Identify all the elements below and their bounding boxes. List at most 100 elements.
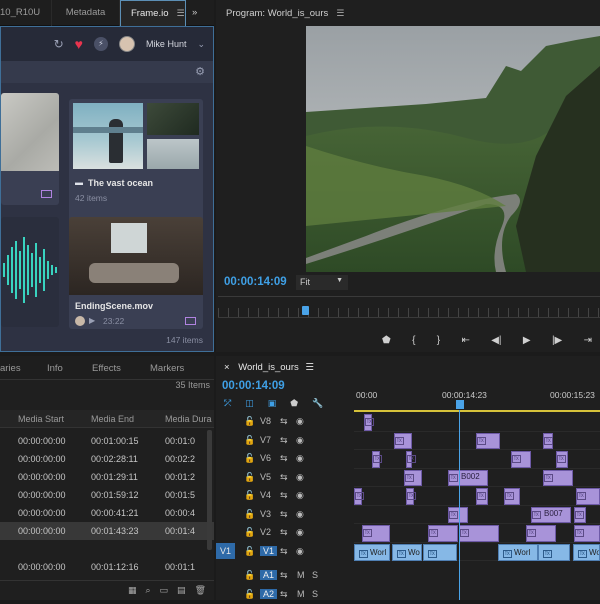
search-icon[interactable]: ⌕ — [145, 585, 150, 600]
track-header-v2[interactable]: 🔓 V2 ⇆ ◉ — [216, 524, 354, 542]
marker-icon[interactable]: ⬟ — [290, 398, 298, 409]
user-name[interactable]: Mike Hunt — [146, 39, 187, 49]
asset-card[interactable] — [1, 217, 59, 327]
video-clip[interactable]: fx — [504, 488, 520, 505]
lock-icon[interactable]: 🔓 — [244, 435, 255, 446]
tab-project[interactable]: 10_R10U — [0, 0, 52, 26]
trash-icon[interactable]: 🗑 — [195, 585, 206, 600]
sync-icon[interactable]: ⇆ — [280, 435, 288, 446]
playhead-marker[interactable] — [302, 306, 309, 315]
sync-icon[interactable]: ⇆ — [280, 546, 288, 557]
video-clip[interactable]: fx — [574, 525, 600, 542]
sync-icon[interactable]: ⇆ — [280, 527, 288, 538]
lock-icon[interactable]: 🔓 — [244, 546, 255, 557]
video-clip[interactable]: fx — [526, 525, 556, 542]
eye-icon[interactable]: ◉ — [296, 490, 304, 501]
lock-icon[interactable]: 🔓 — [244, 416, 255, 427]
video-clip[interactable]: fx Worl — [498, 543, 538, 561]
mute-button[interactable]: M — [297, 589, 305, 599]
video-clip[interactable]: fx — [556, 451, 568, 468]
video-clip[interactable]: fx Worl — [354, 543, 390, 561]
linked-selection-icon[interactable]: ◫ — [245, 398, 254, 409]
table-row[interactable]: 00:00:00:00 00:01:29:11 00:01:2 — [0, 468, 214, 486]
go-to-in-icon[interactable]: ⇤ — [461, 335, 469, 349]
sync-icon[interactable]: ⇆ — [280, 589, 288, 600]
video-clip[interactable]: fx — [404, 469, 422, 486]
panel-menu-icon[interactable]: ☰ — [176, 8, 184, 19]
snap-icon[interactable]: ⤱ — [224, 398, 231, 409]
sync-icon[interactable]: ⇆ — [280, 416, 288, 427]
tab-info[interactable]: Info — [47, 363, 63, 374]
mark-out-icon[interactable]: } — [437, 335, 440, 349]
video-clip[interactable]: fx — [543, 432, 553, 449]
fit-dropdown[interactable]: Fit ▼ — [296, 275, 348, 290]
solo-button[interactable]: S — [312, 589, 318, 599]
video-clip[interactable]: fx — [511, 451, 531, 468]
track-header-v4[interactable]: 🔓 V4 ⇆ ◉ — [216, 487, 354, 505]
tab-effects[interactable]: Effects — [92, 363, 121, 374]
solo-button[interactable]: S — [312, 570, 318, 580]
more-tabs-icon[interactable]: » — [186, 0, 203, 26]
video-clip[interactable]: fx — [372, 451, 382, 468]
track-header-v3[interactable]: 🔓 V3 ⇆ ◉ — [216, 506, 354, 524]
lock-icon[interactable]: 🔓 — [244, 490, 255, 501]
settings-icon[interactable]: ▦ — [128, 585, 137, 600]
avatar[interactable] — [118, 36, 135, 52]
chevron-down-icon[interactable]: ⌄ — [197, 39, 205, 50]
comment-icon[interactable] — [185, 317, 196, 325]
sync-icon[interactable]: ⇆ — [280, 453, 288, 464]
new-item-icon[interactable]: ▤ — [177, 585, 186, 600]
track-header-a2[interactable]: 🔓 A2 ⇆ M S — [216, 586, 354, 604]
video-clip[interactable]: fx Wo — [392, 543, 422, 561]
sync-icon[interactable]: ⇆ — [280, 472, 288, 483]
video-clip[interactable]: fx — [574, 506, 586, 523]
heart-icon[interactable]: ♥ — [75, 36, 83, 52]
lightning-icon[interactable]: ⚡ — [93, 37, 108, 51]
comment-icon[interactable] — [41, 190, 52, 198]
playhead-timecode[interactable]: 00:00:14:09 — [224, 276, 287, 288]
gear-icon[interactable]: ⚙ — [195, 65, 205, 78]
lock-icon[interactable]: 🔓 — [244, 570, 255, 581]
playhead-marker[interactable] — [456, 400, 464, 409]
asset-card[interactable] — [1, 93, 59, 205]
track-header-v8[interactable]: 🔓 V8 ⇆ ◉ — [216, 413, 354, 431]
timeline-ruler[interactable]: 00:00 00:00:14:23 00:00:15:23 — [354, 378, 600, 412]
table-row[interactable]: 00:00:00:00 00:01:59:12 00:01:5 — [0, 486, 214, 504]
video-clip[interactable]: fx — [448, 506, 468, 523]
video-clip[interactable]: fx — [362, 525, 390, 542]
track-header-v1[interactable]: V1 🔓 V1 ⇆ ◉ — [216, 542, 354, 561]
video-clip[interactable]: fx — [576, 488, 600, 505]
lock-icon[interactable]: 🔓 — [244, 589, 255, 600]
video-clip[interactable]: fx — [459, 525, 499, 542]
folder-card[interactable]: ▬ The vast ocean 42 items — [69, 99, 203, 233]
wrench-icon[interactable]: 🔧 — [312, 398, 323, 409]
close-icon[interactable]: × — [224, 362, 230, 373]
video-clip[interactable]: fx — [394, 432, 412, 449]
go-to-out-icon[interactable]: ⇥ — [584, 335, 592, 349]
track-header-v6[interactable]: 🔓 V6 ⇆ ◉ — [216, 450, 354, 468]
table-row[interactable]: 00:00:00:00 00:01:43:23 00:01:4 — [0, 522, 214, 540]
refresh-icon[interactable]: ↻ — [54, 37, 64, 51]
panel-menu-icon[interactable]: ☰ — [305, 362, 314, 373]
table-row[interactable]: 00:00:00:00 00:02:28:11 00:02:2 — [0, 450, 214, 468]
step-back-icon[interactable]: ◀| — [491, 335, 501, 349]
lock-icon[interactable]: 🔓 — [244, 527, 255, 538]
column-header[interactable]: Media Dura — [165, 414, 212, 424]
eye-icon[interactable]: ◉ — [296, 453, 304, 464]
video-clip[interactable]: fx — [364, 414, 374, 431]
mute-button[interactable]: M — [297, 570, 305, 580]
track-header-a1[interactable]: 🔓 A1 ⇆ M S — [216, 567, 354, 585]
lock-icon[interactable]: 🔓 — [244, 453, 255, 464]
panel-menu-icon[interactable]: ☰ — [336, 8, 344, 19]
sync-icon[interactable]: ⇆ — [280, 509, 288, 520]
sync-icon[interactable]: ⇆ — [280, 570, 288, 581]
tab-libraries[interactable]: aries — [0, 363, 21, 374]
eye-icon[interactable]: ◉ — [296, 509, 304, 520]
eye-icon[interactable]: ◉ — [296, 472, 304, 483]
lock-icon[interactable]: 🔓 — [244, 472, 255, 483]
table-row[interactable]: 00:00:00:00 00:00:41:21 00:00:4 — [0, 504, 214, 522]
marker-icon[interactable]: ⬟ — [382, 335, 391, 349]
time-ruler[interactable] — [218, 308, 600, 318]
eye-icon[interactable]: ◉ — [296, 527, 304, 538]
eye-icon[interactable]: ◉ — [296, 546, 304, 557]
